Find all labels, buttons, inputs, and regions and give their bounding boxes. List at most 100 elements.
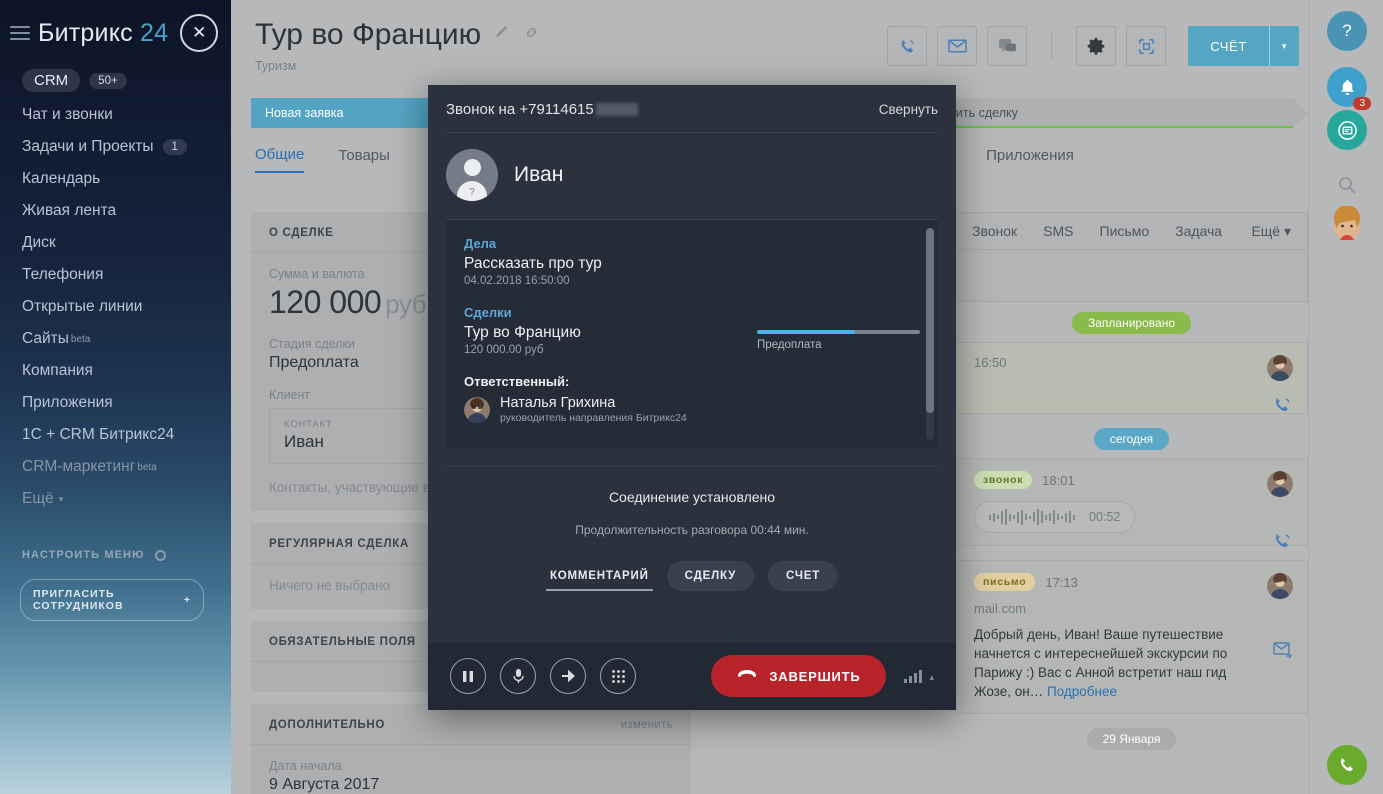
timeline-item-email[interactable]: письмо 17:13 mail.com Добрый день, Иван!… <box>955 560 1308 714</box>
status-badge-today: сегодня <box>1093 428 1170 450</box>
sidebar-item-livefeed[interactable]: Живая лента <box>0 195 231 227</box>
responsible-role: руководитель направления Битрикс24 <box>500 412 687 424</box>
read-more-link[interactable]: Подробнее <box>1047 684 1117 699</box>
hangup-phone-icon <box>737 669 757 684</box>
gear-icon <box>154 549 166 561</box>
sidebar-item-chat[interactable]: Чат и звонки <box>0 99 231 131</box>
phone-icon <box>1273 395 1293 420</box>
caller-avatar-placeholder: ? <box>446 149 498 201</box>
email-icon-button[interactable] <box>937 26 978 66</box>
caller-name: Иван <box>514 163 564 186</box>
search-icon[interactable] <box>1327 165 1367 205</box>
regular-deal-title: РЕГУЛЯРНАЯ СДЕЛКА <box>269 538 409 550</box>
tab-products[interactable]: Товары <box>338 147 390 172</box>
stage-new-request[interactable]: Новая заявка <box>251 98 458 128</box>
start-date-value: 9 Августа 2017 <box>269 776 380 793</box>
help-icon[interactable]: ? <box>1327 11 1367 51</box>
refresh-sync-button[interactable] <box>1126 26 1167 66</box>
section-label-sdelki[interactable]: Сделки <box>464 305 920 320</box>
date-badge-row: 29 Января <box>955 728 1308 750</box>
call-modal-title: Звонок на +79114615 <box>446 101 594 118</box>
call-icon-button[interactable] <box>887 26 928 66</box>
timeline-item-planned[interactable]: 16:50 <box>955 342 1308 414</box>
timeline-compose-area[interactable] <box>955 250 1308 302</box>
timeline-item-kind: звонок <box>974 471 1033 489</box>
sidebar-item-crm-marketing[interactable]: CRM-маркетинг beta <box>0 451 231 483</box>
timeline-tab-email[interactable]: Письмо <box>1100 223 1150 239</box>
sidebar-item-label: Чат и звонки <box>22 106 113 123</box>
minimize-button[interactable]: Свернуть <box>879 102 938 117</box>
extra-edit-link[interactable]: изменить <box>621 719 673 731</box>
invite-employees-button[interactable]: ПРИГЛАСИТЬ СОТРУДНИКОВ + <box>20 579 204 621</box>
logo-text: Битрикс <box>38 18 133 47</box>
sidebar-item-label: Приложения <box>22 394 113 411</box>
floating-call-button[interactable] <box>1327 745 1367 785</box>
sidebar-item-label: Задачи и Проекты <box>22 138 154 155</box>
chevron-down-icon: ▾ <box>58 493 64 504</box>
sidebar-item-drive[interactable]: Диск <box>0 227 231 259</box>
configure-menu-button[interactable]: НАСТРОИТЬ МЕНЮ <box>0 549 231 561</box>
deal-amount: 120 000.00 руб <box>464 344 544 356</box>
responsible-user[interactable]: Наталья Грихина руководитель направления… <box>464 395 920 424</box>
timeline-tab-call[interactable]: Звонок <box>972 223 1017 239</box>
sidebar-item-label: Открытые линии <box>22 298 143 315</box>
responsible-user-info: Наталья Грихина руководитель направления… <box>500 395 687 424</box>
notifications-bell-icon[interactable]: 3 <box>1327 67 1371 110</box>
sidebar-item-sites[interactable]: Сайты beta <box>0 323 231 355</box>
stage-label: Новая заявка <box>265 106 344 120</box>
sidebar-item-tasks[interactable]: Задачи и Проекты 1 <box>0 131 231 163</box>
sidebar-item-label: CRM <box>22 69 81 92</box>
timeline-item-time: 17:13 <box>1045 574 1078 590</box>
hangup-button[interactable]: ЗАВЕРШИТЬ <box>711 655 887 697</box>
sidebar-item-crm[interactable]: CRM 50+ <box>0 62 231 99</box>
messenger-icon[interactable] <box>1327 110 1367 150</box>
deal-progress: Предоплата <box>757 324 920 351</box>
status-badge-planned: Запланировано <box>1072 312 1191 334</box>
sidebar-item-beta-tag: beta <box>137 461 157 473</box>
sum-currency: руб <box>385 289 427 319</box>
section-label-deals[interactable]: Дела <box>464 236 920 251</box>
required-fields-title: ОБЯЗАТЕЛЬНЫЕ ПОЛЯ <box>269 636 416 648</box>
sidebar-item-beta-tag: beta <box>70 333 91 345</box>
scrollbar-thumb[interactable] <box>926 228 934 413</box>
create-deal-button[interactable]: СДЕЛКУ <box>666 561 755 591</box>
sidebar-item-telephony[interactable]: Телефония <box>0 259 231 291</box>
transfer-arrow-icon[interactable] <box>550 658 586 694</box>
bill-button[interactable]: СЧЁТ ▾ <box>1188 26 1299 66</box>
app-logo: Битрикс 24 <box>38 19 168 48</box>
close-icon[interactable]: ✕ <box>180 14 219 52</box>
sidebar-item-badge: 1 <box>162 139 187 155</box>
timeline-tab-sms[interactable]: SMS <box>1043 223 1073 239</box>
audio-waveform-player[interactable]: 00:52 <box>974 501 1136 533</box>
sidebar-item-apps[interactable]: Приложения <box>0 387 231 419</box>
user-avatar[interactable] <box>1327 205 1367 245</box>
hamburger-menu-icon[interactable] <box>10 22 30 44</box>
tab-applications[interactable]: Приложения <box>986 147 1074 172</box>
sidebar-item-label: Календарь <box>22 170 101 187</box>
link-icon[interactable] <box>524 25 539 45</box>
bill-button-label: СЧЁТ <box>1210 38 1247 54</box>
add-comment-button[interactable]: КОММЕНТАРИЙ <box>545 561 653 591</box>
edit-pencil-icon[interactable] <box>495 25 510 45</box>
tab-general[interactable]: Общие <box>255 146 305 173</box>
timeline-item-text: Добрый день, Иван! Ваше путешествие начн… <box>974 625 1251 701</box>
sidebar-item-more[interactable]: Ещё ▾ <box>0 483 231 515</box>
dialpad-icon[interactable] <box>600 658 636 694</box>
sidebar-item-openlines[interactable]: Открытые линии <box>0 291 231 323</box>
timeline-item-call[interactable]: звонок 18:01 00:52 <box>955 458 1308 548</box>
settings-gear-button[interactable] <box>1076 26 1117 66</box>
sidebar-item-company[interactable]: Компания <box>0 355 231 387</box>
sidebar-item-calendar[interactable]: Календарь <box>0 163 231 195</box>
sidebar-item-1c-crm[interactable]: 1С + CRM Битрикс24 <box>0 419 231 451</box>
pause-icon[interactable] <box>450 658 486 694</box>
extra-card: ДОПОЛНИТЕЛЬНО изменить Дата начала 9 Авг… <box>251 704 691 794</box>
avatar-question-glyph: ? <box>469 187 475 198</box>
microphone-icon[interactable] <box>500 658 536 694</box>
timeline-tab-task[interactable]: Задача <box>1175 223 1222 239</box>
create-bill-button[interactable]: СЧЕТ <box>768 561 839 591</box>
chat-icon-button[interactable] <box>987 26 1028 66</box>
signal-strength-icon[interactable]: ▴ <box>904 669 934 683</box>
timeline-more-dropdown[interactable]: Ещё ▾ <box>1251 223 1291 240</box>
sidebar-item-label: Ещё <box>22 490 54 507</box>
